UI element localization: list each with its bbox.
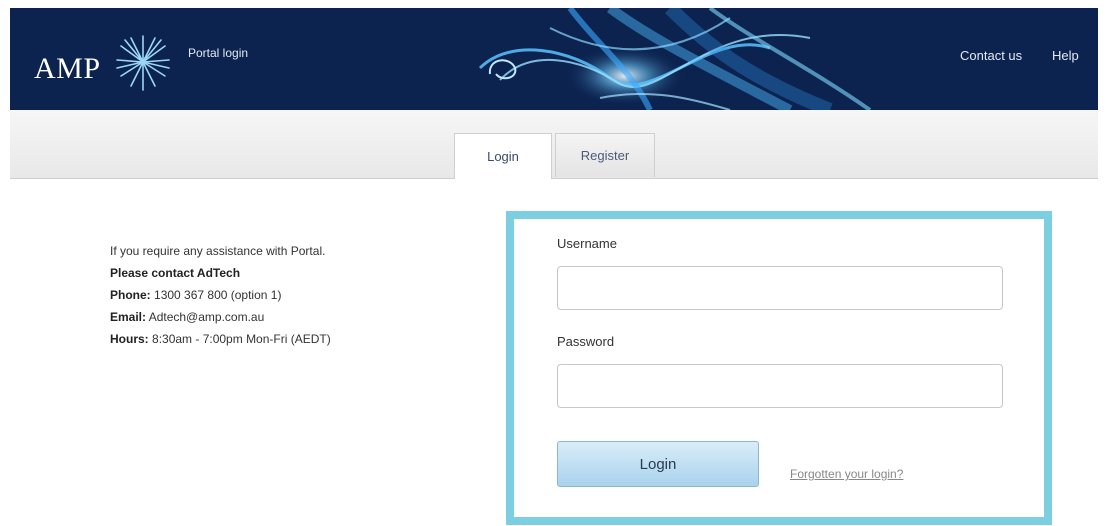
tab-register[interactable]: Register <box>555 133 655 177</box>
assistance-info: If you require any assistance with Porta… <box>110 240 331 350</box>
email-label: Email: <box>110 310 147 324</box>
tab-login-label: Login <box>487 149 519 164</box>
contact-heading: Please contact AdTech <box>110 266 241 280</box>
contact-us-link[interactable]: Contact us <box>960 48 1022 63</box>
username-input[interactable] <box>557 266 1003 310</box>
phone-value: 1300 367 800 (option 1) <box>154 288 282 302</box>
header-banner: AMP Portal login Contact us Help <box>10 8 1098 110</box>
assistance-text: If you require any assistance with Porta… <box>110 244 326 258</box>
tab-login[interactable]: Login <box>454 133 552 179</box>
hours-label: Hours: <box>110 332 149 346</box>
forgotten-login-link[interactable]: Forgotten your login? <box>790 467 903 481</box>
decorative-swirl-graphic <box>478 8 872 110</box>
hours-value: 8:30am - 7:00pm Mon-Fri (AEDT) <box>152 332 331 346</box>
tab-bar <box>10 110 1098 179</box>
password-label: Password <box>557 334 615 349</box>
phone-line: Phone: 1300 367 800 (option 1) <box>110 284 331 306</box>
password-input[interactable] <box>557 364 1003 408</box>
hours-line: Hours: 8:30am - 7:00pm Mon-Fri (AEDT) <box>110 328 331 350</box>
login-button[interactable]: Login <box>557 441 759 487</box>
username-label: Username <box>557 236 617 251</box>
email-value: Adtech@amp.com.au <box>148 310 265 324</box>
portal-title: Portal login <box>188 46 249 60</box>
amp-logo-text: AMP <box>34 52 101 85</box>
phone-label: Phone: <box>110 288 151 302</box>
tab-register-label: Register <box>580 148 630 163</box>
help-link[interactable]: Help <box>1052 48 1079 63</box>
email-line: Email: Adtech@amp.com.au <box>110 306 331 328</box>
amp-starburst-logo-icon <box>116 35 170 91</box>
